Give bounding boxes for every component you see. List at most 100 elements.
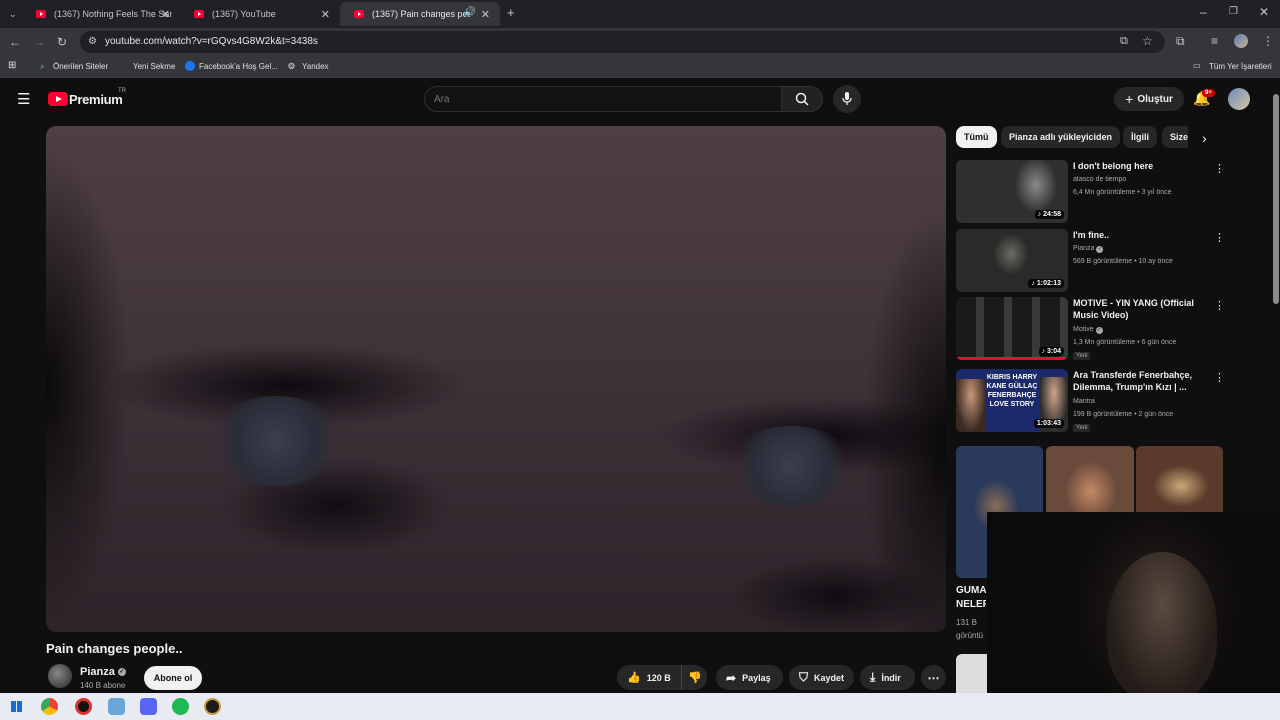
rec-thumbnail-text: KIBRIS HARRY KANE GÜLLAÇ FENERBAHÇE LOVE…	[986, 374, 1038, 408]
app-icon-blue[interactable]	[108, 698, 125, 715]
chip-for-you[interactable]: Size	[1162, 126, 1188, 148]
search-box[interactable]	[424, 86, 782, 112]
rec-video-3[interactable]: ♪ 3:04 MOTIVE - YIN YANG (Official Music…	[956, 297, 1226, 363]
extensions-icon[interactable]: ⧉	[1176, 35, 1185, 47]
media-controls-icon[interactable]: ≡	[1211, 35, 1218, 47]
bookmark-suggested-sites[interactable]: Önerilen Siteler	[53, 62, 108, 71]
like-button[interactable]: 👍 120 B	[617, 665, 681, 690]
close-tab-icon[interactable]: ✕	[161, 8, 170, 21]
league-icon[interactable]	[204, 698, 221, 715]
download-button[interactable]: ⤓ İndir	[860, 665, 915, 690]
share-button[interactable]: ➦ Paylaş	[716, 665, 783, 690]
forward-icon[interactable]: →	[33, 36, 45, 48]
back-icon[interactable]: ←	[9, 36, 21, 48]
rec-channel: Pianza ✓	[1073, 245, 1104, 253]
app-icon-red[interactable]	[75, 698, 92, 715]
rec-more-icon[interactable]: ⋮	[1214, 231, 1225, 244]
scrollbar-thumb[interactable]	[1273, 94, 1279, 304]
rec-title: Ara Transferde Fenerbahçe, Dilemma, Trum…	[1073, 370, 1193, 392]
install-app-icon[interactable]: ⧉	[1120, 35, 1128, 48]
bookmark-new-tab[interactable]: Yeni Sekme	[133, 62, 175, 71]
rec-more-icon[interactable]: ⋮	[1214, 162, 1225, 175]
thumbs-up-icon: 👍	[627, 672, 641, 684]
thumbs-down-icon: 👎	[688, 672, 702, 684]
discord-icon[interactable]	[140, 698, 157, 715]
address-url: youtube.com/watch?v=rGQvs4G8W2k&t=3438s	[105, 36, 318, 47]
rec-watch-progress	[956, 357, 1068, 360]
rec-video-2[interactable]: ♪ 1:02:13 I'm fine.. Pianza ✓ 569 B görü…	[956, 229, 1226, 295]
search-button[interactable]	[781, 86, 823, 112]
rec-new-badge: Yeni	[1073, 352, 1091, 360]
chip-from-uploader[interactable]: Pianza adlı yükleyiciden	[1001, 126, 1121, 148]
rec-more-icon[interactable]: ⋮	[1214, 299, 1225, 312]
hamburger-menu-icon[interactable]: ☰	[17, 92, 30, 107]
browser-tab-1[interactable]: (1367) Nothing Feels The Sam ✕	[22, 2, 180, 26]
close-tab-icon[interactable]: ✕	[481, 8, 490, 21]
rec-duration: ♪ 3:04	[1038, 347, 1064, 356]
site-info-icon[interactable]: ⚙	[88, 36, 97, 47]
close-tab-icon[interactable]: ✕	[321, 8, 330, 21]
chip-related[interactable]: İlgili	[1123, 126, 1157, 148]
windows-start-icon[interactable]	[11, 701, 22, 712]
video-player[interactable]	[46, 126, 946, 632]
rec-thumbnail[interactable]: ♪ 24:58	[956, 160, 1068, 223]
video-frame-left-eye	[206, 396, 346, 486]
address-bar[interactable]: ⚙ youtube.com/watch?v=rGQvs4G8W2k&t=3438…	[80, 31, 1165, 53]
reload-icon[interactable]: ↻	[57, 36, 67, 48]
apps-grid-icon[interactable]: ⊞	[8, 60, 16, 71]
profile-avatar[interactable]	[1234, 34, 1248, 48]
create-button[interactable]: + Oluştur	[1114, 87, 1184, 111]
rec-title: I'm fine..	[1073, 230, 1110, 240]
youtube-logo[interactable]	[48, 92, 68, 106]
tab-search-icon[interactable]: ⌄	[9, 8, 17, 20]
bookmark-suggested-icon: ⌕	[40, 62, 45, 71]
bookmark-star-icon[interactable]: ☆	[1142, 34, 1153, 48]
rec-duration: ♪ 1:02:13	[1028, 279, 1064, 288]
browser-tab-3[interactable]: (1367) Pain changes people 🔊 ✕	[340, 2, 500, 26]
more-actions-button[interactable]: ⋯	[921, 665, 946, 690]
webcam-person	[1107, 552, 1217, 702]
new-tab-icon[interactable]: +	[507, 6, 515, 19]
restore-icon[interactable]: ❐	[1229, 6, 1238, 18]
more-horizontal-icon: ⋯	[927, 670, 940, 685]
play-icon	[56, 96, 62, 102]
chip-all[interactable]: Tümü	[956, 126, 997, 148]
rec-duration: ♪ 24:58	[1034, 210, 1064, 219]
rec-new-badge: Yeni	[1073, 424, 1091, 432]
rec-channel-text: Pianza	[1073, 245, 1095, 252]
chips-next-icon[interactable]: ›	[1202, 130, 1207, 146]
video-title: Pain changes people..	[46, 641, 183, 656]
rec-meta: 569 B görüntüleme • 10 ay önce	[1073, 258, 1173, 265]
save-button[interactable]: ⛉ Kaydet	[789, 665, 854, 690]
bookmark-facebook[interactable]: Facebook'a Hoş Gel...	[199, 62, 278, 71]
rec-channel: atasco de tiempo	[1073, 176, 1127, 183]
share-icon: ➦	[726, 670, 737, 685]
rec-video-4[interactable]: KIBRIS HARRY KANE GÜLLAÇ FENERBAHÇE LOVE…	[956, 369, 1226, 435]
subscribe-button[interactable]: Abone ol	[144, 666, 202, 690]
channel-avatar[interactable]	[48, 664, 72, 688]
account-avatar[interactable]	[1228, 88, 1250, 110]
close-window-icon[interactable]: ✕	[1259, 6, 1269, 18]
youtube-favicon-icon	[354, 10, 364, 18]
bookmark-yandex[interactable]: Yandex	[302, 62, 329, 71]
rec-channel: Mantra	[1073, 398, 1095, 405]
channel-name[interactable]: Pianza ✓	[80, 666, 126, 678]
plus-icon: +	[1125, 91, 1134, 107]
minimize-icon[interactable]: –	[1200, 6, 1207, 18]
all-bookmarks[interactable]: Tüm Yer İşaretleri	[1209, 62, 1272, 71]
rec-thumbnail[interactable]: KIBRIS HARRY KANE GÜLLAÇ FENERBAHÇE LOVE…	[956, 369, 1068, 432]
dislike-button[interactable]: 👎	[681, 665, 707, 690]
audio-playing-icon[interactable]: 🔊	[464, 7, 476, 18]
rec-more-icon[interactable]: ⋮	[1214, 371, 1225, 384]
voice-search-button[interactable]	[833, 85, 861, 113]
rec-thumbnail[interactable]: ♪ 1:02:13	[956, 229, 1068, 292]
rec-video-1[interactable]: ♪ 24:58 I don't belong here atasco de ti…	[956, 160, 1226, 226]
browser-tab-2[interactable]: (1367) YouTube ✕	[180, 2, 340, 26]
browser-menu-icon[interactable]: ⋮	[1262, 35, 1274, 47]
shorts-thumb-4[interactable]	[956, 654, 987, 693]
chrome-icon[interactable]	[41, 698, 58, 715]
spotify-icon[interactable]	[172, 698, 189, 715]
search-input[interactable]	[434, 92, 764, 106]
browser-toolbar: ← → ↻ ⚙ youtube.com/watch?v=rGQvs4G8W2k&…	[0, 28, 1280, 56]
rec-thumbnail[interactable]: ♪ 3:04	[956, 297, 1068, 360]
